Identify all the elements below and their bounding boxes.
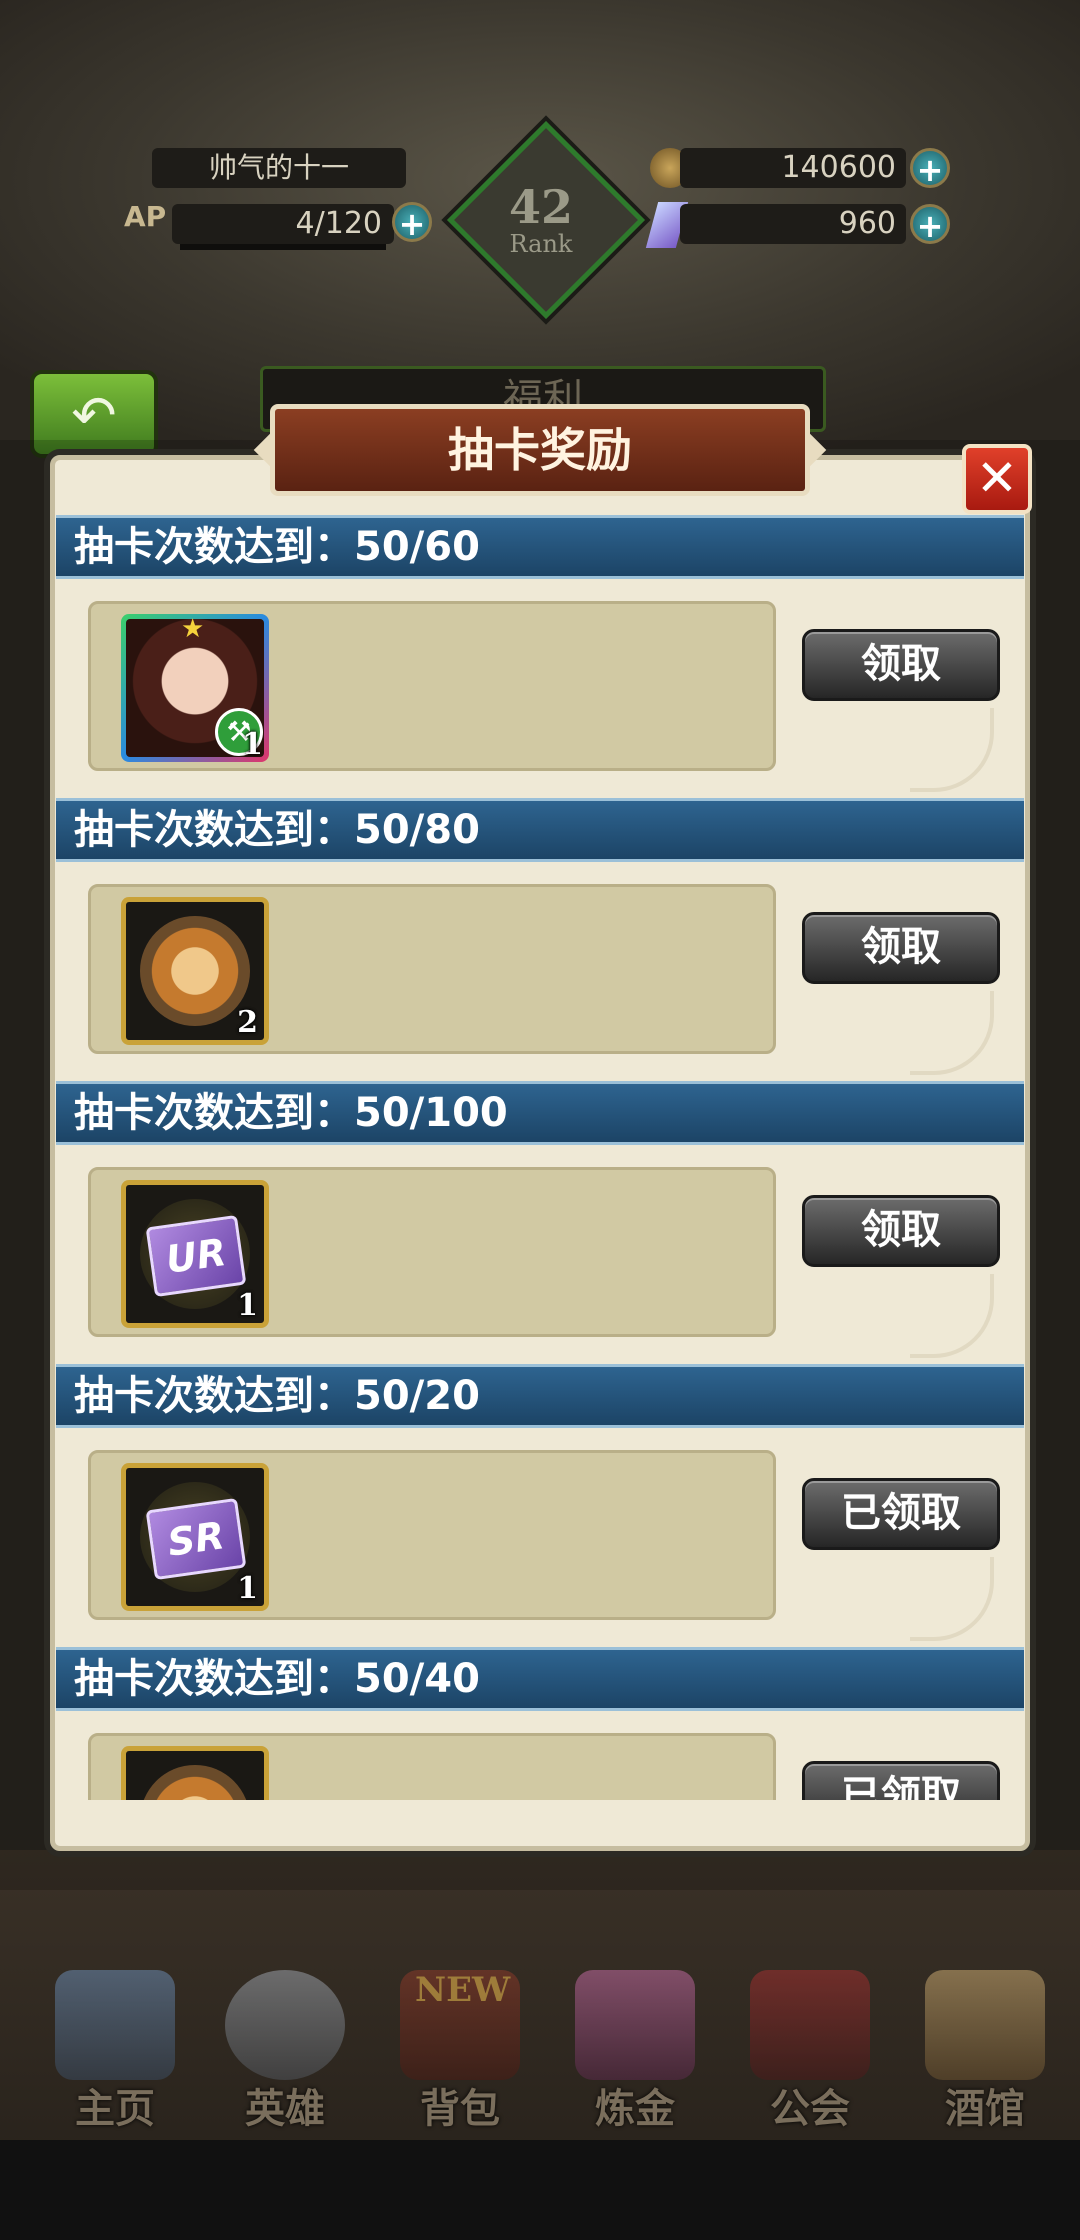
new-badge: NEW [415,1970,511,2010]
corner-ornament [910,708,994,792]
item-count: 2 [237,1005,258,1040]
hero-portrait-item[interactable]: ★ ⚒ 1 [121,614,269,762]
row-header: 抽卡次数达到：50/40 [56,1647,1024,1711]
nav-label: 酒馆 [945,2086,1025,2132]
close-icon: ✕ [976,449,1018,507]
nav-item-backpack[interactable]: NEW 背包 [375,1960,545,2140]
reward-row: 抽卡次数达到：50/40 已领取 [56,1647,1024,1800]
tavern-mug-icon [925,1970,1045,2080]
reward-list[interactable]: 抽卡次数达到：50/60 ★ ⚒ 1 领取 抽卡次数达到：50/80 2 领取 … [56,515,1024,1800]
nav-label: 炼金 [595,2086,675,2132]
reward-row: 抽卡次数达到：50/60 ★ ⚒ 1 领取 [56,515,1024,798]
rank-label: Rank [509,230,573,258]
nav-item-tavern[interactable]: 酒馆 [900,1960,1070,2140]
sr-card-item[interactable]: SR 1 [121,1463,269,1611]
claimed-button[interactable]: 已领取 [802,1761,1000,1800]
nav-label: 背包 [420,2086,500,2132]
row-header: 抽卡次数达到：50/100 [56,1081,1024,1145]
back-arrow-icon: ↶ [71,384,117,447]
row-header: 抽卡次数达到：50/80 [56,798,1024,862]
reward-box: ★ ⚒ 1 [88,601,776,771]
nav-label: 公会 [770,2086,850,2132]
row-body: ★ ⚒ 1 领取 [56,579,1024,798]
reward-box: UR 1 [88,1167,776,1337]
claim-button[interactable]: 领取 [802,912,1000,984]
row-body: SR 1 已领取 [56,1428,1024,1647]
add-gold-button[interactable]: + [910,148,950,189]
reward-row: 抽卡次数达到：50/20 SR 1 已领取 [56,1364,1024,1647]
ap-value: 4/120 [172,204,394,244]
add-ap-button[interactable]: + [392,202,432,243]
gem-value: 960 [680,204,906,244]
nav-label: 主页 [75,2086,155,2132]
item-count: 1 [237,1288,258,1323]
reward-box: 2 [88,884,776,1054]
nav-item-alchemy[interactable]: 炼金 [550,1960,720,2140]
gold-value: 140600 [680,148,906,188]
castle-icon [55,1970,175,2080]
nav-item-home[interactable]: 主页 [30,1960,200,2140]
item-count: 1 [242,727,263,762]
reward-box [88,1733,776,1800]
claim-button[interactable]: 领取 [802,629,1000,701]
row-header: 抽卡次数达到：50/60 [56,515,1024,579]
row-body: 已领取 [56,1711,1024,1800]
close-button[interactable]: ✕ [962,444,1032,514]
ap-label: AP [124,200,167,233]
item-count: 1 [237,1571,258,1606]
reward-row: 抽卡次数达到：50/80 2 领取 [56,798,1024,1081]
guild-shield-icon [750,1970,870,2080]
corner-ornament [910,991,994,1075]
sr-card-label: SR [145,1497,247,1581]
claim-button[interactable]: 领取 [802,1195,1000,1267]
row-body: UR 1 领取 [56,1145,1024,1364]
star-icon: ★ [181,614,205,644]
ur-card-item[interactable]: UR 1 [121,1180,269,1328]
gold-crest-icon [140,916,250,1026]
nav-item-guild[interactable]: 公会 [725,1960,895,2140]
bottom-nav: 主页 英雄 NEW 背包 炼金 公会 酒馆 [0,1960,1080,2140]
nav-item-heroes[interactable]: 英雄 [200,1960,370,2140]
corner-ornament [910,1274,994,1358]
ap-bar [180,244,386,250]
gold-crest-icon [140,1765,250,1800]
row-header: 抽卡次数达到：50/20 [56,1364,1024,1428]
player-name: 帅气的十一 [152,148,406,188]
add-gem-button[interactable]: + [910,204,950,245]
rank-number: 42 [508,180,573,234]
ur-card-label: UR [145,1214,247,1298]
gold-crest-item[interactable] [121,1746,269,1800]
corner-ornament [910,1557,994,1641]
row-body: 2 领取 [56,862,1024,1081]
gold-crest-item[interactable]: 2 [121,897,269,1045]
claimed-button[interactable]: 已领取 [802,1478,1000,1550]
reward-row: 抽卡次数达到：50/100 UR 1 领取 [56,1081,1024,1364]
alchemy-flask-icon [575,1970,695,2080]
knight-helmet-icon [225,1970,345,2080]
reward-box: SR 1 [88,1450,776,1620]
modal-title: 抽卡奖励 [270,404,810,496]
nav-label: 英雄 [245,2086,325,2132]
bottom-bar [0,2140,1080,2240]
